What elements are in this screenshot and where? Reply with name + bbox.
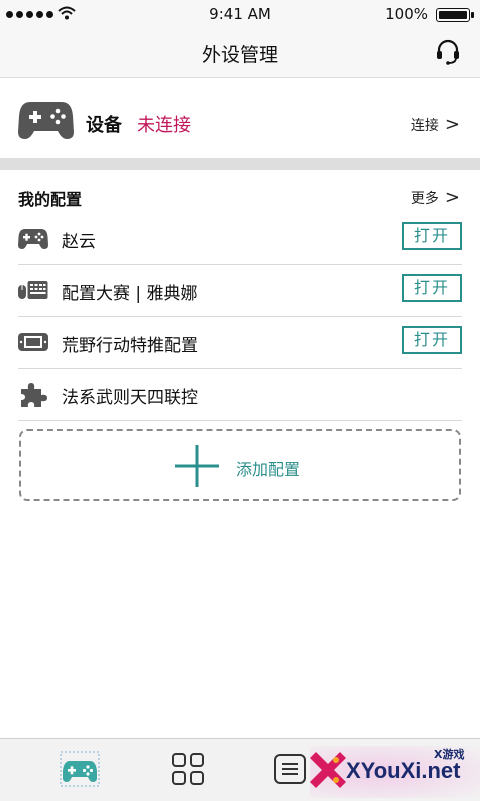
config-name: 赵云 — [62, 232, 96, 252]
config-name: 荒野行动特推配置 — [62, 336, 198, 356]
configs-title: 我的配置 — [18, 190, 83, 209]
open-button[interactable]: 打开 — [402, 326, 462, 354]
chevron-right-icon: > — [444, 187, 460, 208]
tab-grid[interactable] — [168, 749, 208, 789]
config-name: 配置大赛 | 雅典娜 — [62, 284, 198, 304]
tab-device[interactable] — [60, 749, 100, 789]
more-button[interactable]: 更多 > — [411, 188, 460, 208]
page-title: 外设管理 — [201, 44, 278, 66]
config-row[interactable]: 配置大赛 | 雅典娜 打开 — [18, 264, 462, 317]
gamepad-icon — [18, 229, 48, 249]
plus-icon — [175, 445, 219, 487]
config-name: 法系武则天四联控 — [62, 388, 198, 408]
battery-percent: 100% — [385, 5, 428, 23]
gamepad-tab-icon — [60, 751, 100, 787]
watermark-text: XYouXi.net — [346, 758, 461, 783]
chevron-right-icon: > — [444, 114, 460, 135]
watermark-logo-icon — [310, 752, 346, 788]
device-label: 设备 — [86, 115, 122, 136]
config-row[interactable]: 荒野行动特推配置 打开 — [18, 316, 462, 369]
more-label: 更多 — [410, 191, 439, 207]
keyboard-mouse-icon — [18, 281, 48, 299]
open-button[interactable]: 打开 — [402, 222, 462, 250]
config-row[interactable]: 赵云 打开 — [18, 212, 462, 265]
puzzle-icon — [21, 383, 47, 407]
watermark: X游戏 XYouXi.net — [300, 742, 480, 800]
open-button[interactable]: 打开 — [402, 274, 462, 302]
config-row[interactable]: 法系武则天四联控 — [18, 368, 462, 421]
section-divider — [0, 158, 480, 170]
device-status: 未连接 — [137, 115, 191, 136]
add-config-label: 添加配置 — [236, 460, 301, 479]
headset-icon[interactable] — [434, 38, 462, 66]
grid-icon — [172, 753, 204, 785]
gamepad-icon — [18, 102, 74, 139]
status-bar: 9:41 AM 100% — [0, 0, 480, 28]
connect-label: 连接 — [410, 118, 439, 134]
battery-icon — [436, 8, 474, 22]
add-config-button[interactable]: 添加配置 — [19, 429, 461, 501]
tablet-device-icon — [18, 333, 48, 351]
connect-button[interactable]: 连接 > — [411, 115, 460, 135]
top-bar: 9:41 AM 100% 外设管理 — [0, 0, 480, 78]
device-section[interactable]: 设备 未连接 连接 > — [0, 78, 480, 158]
